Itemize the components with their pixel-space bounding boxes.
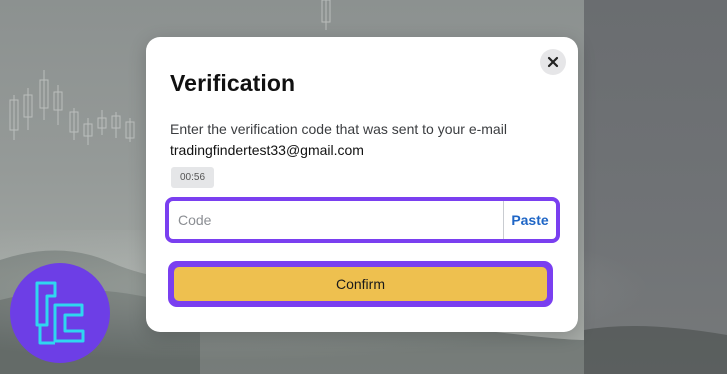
paste-button[interactable]: Paste	[503, 201, 556, 239]
close-button[interactable]	[540, 49, 566, 75]
instruction-text: Enter the verification code that was sen…	[170, 121, 507, 137]
confirm-button-focus-ring: Confirm	[168, 261, 553, 307]
tf-logo-icon	[35, 281, 85, 345]
code-field-container: Paste	[165, 197, 560, 243]
countdown-timer: 00:56	[171, 167, 214, 188]
close-icon	[547, 56, 559, 68]
email-address: tradingfindertest33@gmail.com	[170, 142, 364, 158]
confirm-button[interactable]: Confirm	[174, 267, 547, 301]
brand-logo	[10, 263, 110, 363]
code-input[interactable]	[169, 201, 503, 239]
verification-modal: Verification Enter the verification code…	[146, 37, 578, 332]
modal-title: Verification	[170, 70, 296, 96]
